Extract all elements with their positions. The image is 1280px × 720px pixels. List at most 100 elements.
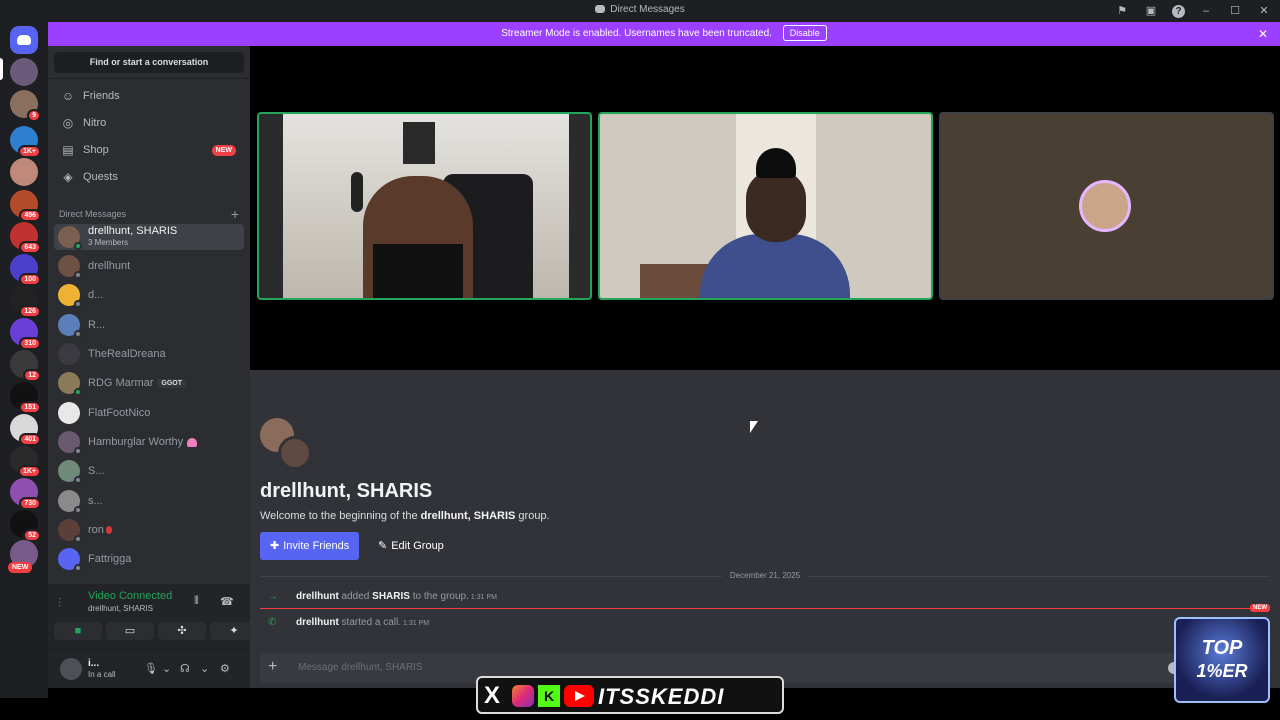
- nav-shop[interactable]: ▤ Shop NEW: [54, 138, 244, 162]
- status-dot: [74, 388, 82, 396]
- server-avatar[interactable]: [10, 158, 38, 186]
- divider: [48, 78, 250, 79]
- participant-head: [746, 170, 806, 242]
- server-avatar[interactable]: 1K+: [10, 126, 41, 158]
- participant: [700, 234, 850, 298]
- chevron-down-icon[interactable]: ⌄: [200, 662, 209, 675]
- settings-gear-icon[interactable]: ⚙: [220, 662, 230, 675]
- message-input[interactable]: Message drellhunt, SHARIS: [298, 662, 423, 673]
- voice-channel[interactable]: drellhunt, SHARIS: [88, 604, 153, 613]
- badge-line: 1%ER: [1196, 661, 1248, 681]
- create-dm-icon[interactable]: +: [231, 206, 239, 222]
- chevron-down-icon[interactable]: ⌄: [162, 662, 171, 675]
- noise-suppression-icon[interactable]: ⦀: [194, 595, 199, 608]
- user-panel: i... In a call 🎙 ⌄ ☊ ⌄ ⚙: [48, 650, 250, 688]
- camera-button[interactable]: ■: [54, 622, 102, 640]
- activity-button[interactable]: ✣: [158, 622, 206, 640]
- help-icon[interactable]: ?: [1172, 4, 1185, 18]
- server-avatar[interactable]: 643: [10, 222, 41, 254]
- server-avatar[interactable]: 12: [10, 350, 41, 382]
- disable-button[interactable]: Disable: [782, 25, 827, 41]
- dm-item[interactable]: ron: [54, 517, 244, 543]
- avatar: [58, 314, 82, 338]
- home-button[interactable]: [10, 26, 38, 54]
- status-dot: [74, 300, 82, 308]
- server-indicator: [0, 58, 3, 80]
- username[interactable]: i...: [88, 658, 99, 669]
- maximize-button[interactable]: ☐: [1227, 3, 1243, 19]
- avatar: [58, 431, 82, 455]
- new-servers-badge[interactable]: NEW: [8, 562, 33, 573]
- server-avatar[interactable]: 52: [10, 510, 41, 542]
- status-dot: [74, 330, 82, 338]
- disconnect-icon[interactable]: ☎: [220, 595, 234, 608]
- video-tile[interactable]: [598, 112, 933, 300]
- minimize-button[interactable]: –: [1198, 3, 1214, 19]
- dm-item[interactable]: FlatFootNico: [54, 400, 244, 426]
- title-bar: Direct Messages ⚑ ▣ ? – ☐ ✕: [0, 0, 1280, 22]
- nav-nitro[interactable]: ◎ Nitro: [54, 111, 244, 135]
- brand-name: ITSSKEDDI: [598, 684, 725, 709]
- dm-item-group[interactable]: drellhunt, SHARIS 3 Members: [54, 224, 244, 250]
- flag-icon[interactable]: ⚑: [1114, 3, 1130, 19]
- date-divider: December 21, 2025: [729, 571, 801, 580]
- shop-icon: ▤: [62, 143, 74, 157]
- dm-item[interactable]: drellhunt: [54, 253, 244, 279]
- server-avatar[interactable]: 401: [10, 414, 41, 446]
- system-message: → drellhunt added SHARIS to the group. 1:3…: [268, 591, 497, 602]
- dm-item[interactable]: Fattrigga: [54, 546, 244, 572]
- status-dot: [74, 564, 82, 572]
- video-tile[interactable]: [939, 112, 1274, 300]
- edit-group-button[interactable]: ✎ Edit Group: [368, 532, 454, 560]
- server-avatar[interactable]: 9: [10, 90, 41, 122]
- soundboard-icon: ✦: [229, 625, 239, 637]
- user-status: In a call: [88, 670, 116, 679]
- invite-friends-button[interactable]: ✚ Invite Friends: [260, 532, 360, 560]
- system-message: ✆ drellhunt started a call. 1:31 PM: [268, 617, 430, 628]
- participant-avatar: [1079, 180, 1131, 232]
- mic-icon[interactable]: 🎙: [144, 662, 158, 675]
- close-window-button[interactable]: ✕: [1256, 3, 1272, 19]
- dm-item[interactable]: s...: [54, 488, 244, 514]
- chat-area: drellhunt, SHARIS Welcome to the beginni…: [250, 370, 1280, 688]
- add-attachment-icon[interactable]: +: [268, 658, 277, 676]
- dm-item[interactable]: S...: [54, 458, 244, 484]
- server-avatar[interactable]: 310: [10, 318, 41, 350]
- avatar: [58, 402, 80, 424]
- guild-tag: GGOT: [157, 378, 187, 388]
- find-conversation-button[interactable]: Find or start a conversation: [54, 52, 244, 73]
- server-avatar[interactable]: 730: [10, 478, 41, 510]
- dm-item[interactable]: TheRealDreana: [54, 341, 244, 367]
- dm-item[interactable]: R...: [54, 312, 244, 338]
- headphones-icon[interactable]: ☊: [180, 662, 190, 675]
- nav-quests[interactable]: ◈ Quests: [54, 165, 244, 189]
- server-avatar[interactable]: 100: [10, 254, 41, 286]
- server-avatar[interactable]: 151: [10, 382, 41, 414]
- server-avatar[interactable]: 496: [10, 190, 41, 222]
- phone-icon: ✆: [268, 617, 277, 628]
- video-tile[interactable]: [257, 112, 592, 300]
- friends-icon: ☺: [61, 89, 75, 103]
- streamer-mode-banner: Streamer Mode is enabled. Usernames have…: [48, 22, 1280, 46]
- close-banner-icon[interactable]: ✕: [1258, 22, 1268, 46]
- status-dot: [74, 535, 82, 543]
- avatar: [58, 284, 82, 308]
- server-avatar[interactable]: 1K+: [10, 446, 41, 478]
- dm-item[interactable]: Hamburglar Worthy: [54, 429, 244, 455]
- discord-logo-icon: [17, 35, 31, 45]
- poster: [403, 122, 435, 164]
- top-percent-badge-overlay: TOP 1%ER: [1174, 617, 1270, 703]
- server-avatar[interactable]: 126: [10, 286, 41, 318]
- inbox-icon[interactable]: ▣: [1143, 3, 1159, 19]
- headset: [351, 172, 363, 212]
- add-user-icon: ✚: [270, 540, 280, 552]
- nav-friends[interactable]: ☺ Friends: [54, 84, 244, 108]
- user-avatar[interactable]: [60, 658, 82, 680]
- dm-item[interactable]: d...: [54, 282, 244, 308]
- screen-share-button[interactable]: ▭: [106, 622, 154, 640]
- server-avatar[interactable]: [10, 58, 38, 86]
- voice-status[interactable]: Video Connected: [88, 590, 172, 602]
- blood-drop-icon: [105, 526, 112, 534]
- streamer-brand-overlay: X K ITSSKEDDI: [476, 676, 784, 714]
- dm-item[interactable]: RDG Marmar GGOT: [54, 370, 244, 396]
